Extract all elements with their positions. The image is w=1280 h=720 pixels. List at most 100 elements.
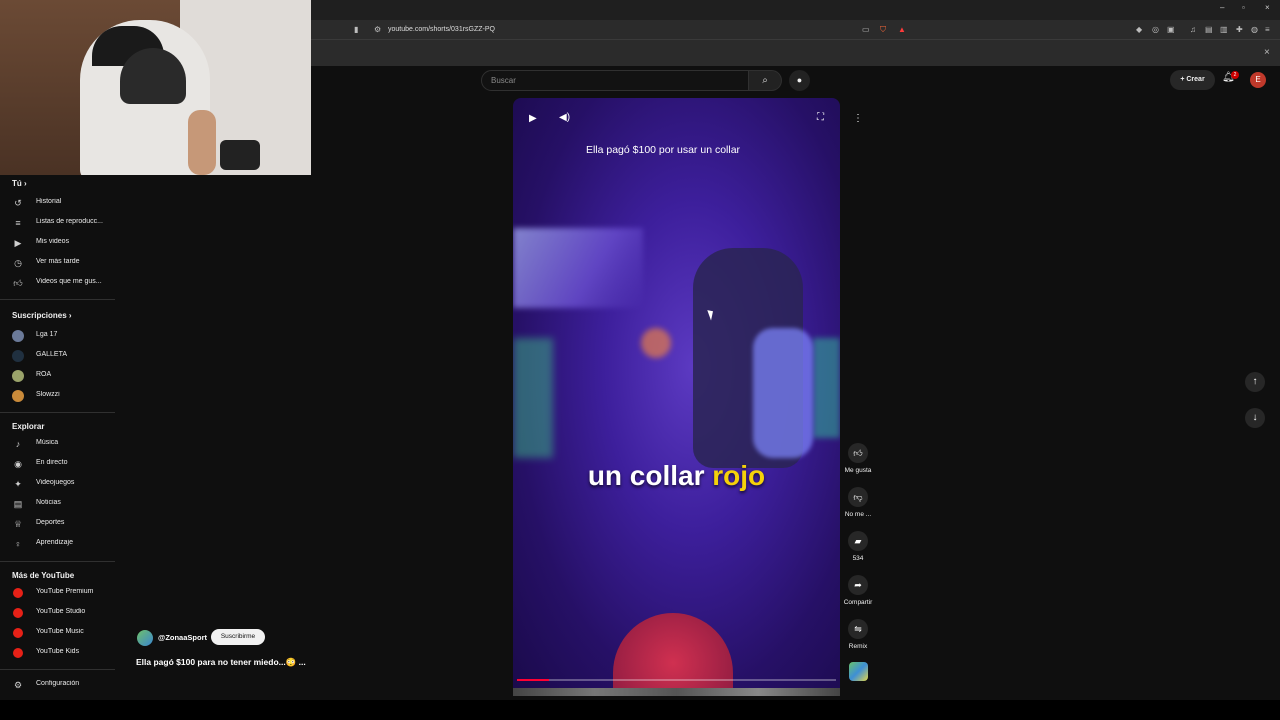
thumbs-down-icon: 👎︎ <box>848 487 868 507</box>
sidebar-item-yt-kids[interactable]: YouTube Kids <box>0 644 115 662</box>
previous-short-button[interactable]: ↑ <box>1245 372 1265 392</box>
create-label: Crear <box>1186 76 1205 83</box>
brave-shield-icon[interactable]: ⛉ <box>880 23 886 37</box>
sidebar-toggle-icon[interactable]: ▤ <box>1205 23 1213 37</box>
youtube-studio-icon <box>13 608 23 618</box>
volume-icon[interactable]: ◀) <box>559 112 570 123</box>
divider <box>0 561 115 562</box>
caption-white: un collar <box>587 460 713 491</box>
sidebar-item-liked-videos[interactable]: 👍︎ Videos que me gus... <box>0 274 115 292</box>
video-frame-arm <box>753 328 813 458</box>
section-more-youtube: Más de YouTube <box>12 571 75 580</box>
sidebar-item-history[interactable]: ↺ Historial <box>0 194 115 212</box>
comment-icon: ▰ <box>848 531 868 551</box>
section-subscriptions[interactable]: Suscripciones › <box>12 311 72 320</box>
sidebar-item-watch-later[interactable]: ◷ Ver más tarde <box>0 254 115 272</box>
liked-videos-icon: 👍︎ <box>13 278 23 288</box>
share-button[interactable]: ➦ Compartir <box>842 575 874 606</box>
webcam-overlay <box>0 0 311 175</box>
create-button[interactable]: + Crear <box>1170 70 1215 90</box>
extension-icon-3[interactable]: ▣ <box>1167 23 1175 37</box>
minimize-window-button[interactable]: – <box>1220 3 1224 12</box>
search-button[interactable]: ⌕ <box>749 70 782 91</box>
sidebar-item-playlists[interactable]: ≡ Listas de reproducc... <box>0 214 115 232</box>
close-window-button[interactable]: × <box>1265 3 1270 12</box>
extension-icon-2[interactable]: ◎ <box>1152 23 1159 37</box>
tab-search-icon[interactable]: ▭ <box>862 23 870 37</box>
news-icon: ▤ <box>13 499 23 509</box>
bottom-bar <box>0 700 1280 720</box>
share-icon: ➦ <box>848 575 868 595</box>
sound-thumbnail[interactable] <box>849 662 868 681</box>
sidebar-item-music[interactable]: ♪ Música <box>0 435 115 453</box>
sidebar-item-yt-studio[interactable]: YouTube Studio <box>0 604 115 622</box>
more-options-icon[interactable]: ⋮ <box>851 112 865 126</box>
watch-later-icon: ◷ <box>14 258 22 268</box>
fullscreen-icon[interactable]: ⛶ <box>817 112 824 123</box>
rewards-icon[interactable]: ▲ <box>898 23 906 37</box>
account-avatar[interactable]: E <box>1250 72 1266 88</box>
short-description[interactable]: Ella pagó $100 para no tener miedo...😳 .… <box>136 657 306 668</box>
sidebar-item-learning[interactable]: ♀ Aprendizaje <box>0 535 115 553</box>
music-icon: ♪ <box>15 439 21 449</box>
caption-highlight: rojo <box>712 460 766 491</box>
sidebar-item-yt-premium[interactable]: YouTube Premium <box>0 584 115 602</box>
like-button[interactable]: 👍︎ Me gusta <box>842 443 874 474</box>
sidebar-item-settings[interactable]: ⚙ Configuración <box>0 676 115 694</box>
menu-icon[interactable]: ≡ <box>1265 23 1270 37</box>
channel-avatar <box>12 390 24 402</box>
burned-caption: un collar rojo <box>513 460 840 492</box>
video-frame-green-left <box>513 338 553 458</box>
sidebar-item-sports[interactable]: ♕ Deportes <box>0 515 115 533</box>
comments-button[interactable]: ▰ 534 <box>842 531 874 562</box>
live-icon: ◉ <box>14 459 22 469</box>
arrow-down-icon: ↓ <box>1252 412 1258 423</box>
sidebar-item-my-videos[interactable]: ▶ Mis videos <box>0 234 115 252</box>
sidebar-sub-roa[interactable]: ROA <box>0 367 115 385</box>
sidebar-item-news[interactable]: ▤ Noticias <box>0 495 115 513</box>
vpn-icon[interactable]: ◍ <box>1251 23 1258 37</box>
extension-icon[interactable]: ◆ <box>1136 23 1142 37</box>
youtube-kids-icon <box>13 648 23 658</box>
section-you[interactable]: Tú › <box>12 179 27 188</box>
address-bar[interactable]: youtube.com/shorts/031rsGZZ-PQ <box>388 23 495 37</box>
channel-avatar[interactable] <box>137 630 153 646</box>
sidebar-item-live[interactable]: ◉ En directo <box>0 455 115 473</box>
sidebar-sub-slowzzi[interactable]: Slowzzi <box>0 387 115 405</box>
history-icon: ↺ <box>14 198 22 208</box>
sidebar-item-gaming[interactable]: ✦ Videojuegos <box>0 475 115 493</box>
subscribe-button[interactable]: Suscribirme <box>211 629 265 645</box>
streamer-arm <box>188 110 216 175</box>
sidebar-sub-lga17[interactable]: Lga 17 <box>0 327 115 345</box>
screen: – ▫ × ▮ ⚙ youtube.com/shorts/031rsGZZ-PQ… <box>0 0 1280 720</box>
progress-bar[interactable] <box>517 679 836 681</box>
gaming-icon: ✦ <box>14 479 22 489</box>
microphone <box>220 140 260 170</box>
media-icon[interactable]: ♫ <box>1190 23 1196 37</box>
my-videos-icon: ▶ <box>14 238 22 248</box>
voice-search-button[interactable]: ● <box>789 70 810 91</box>
site-info-icon[interactable]: ⚙ <box>374 23 381 37</box>
puzzle-icon[interactable]: ✚ <box>1236 23 1243 37</box>
wallet-icon[interactable]: ▥ <box>1220 23 1228 37</box>
divider <box>0 669 115 670</box>
maximize-window-button[interactable]: ▫ <box>1242 3 1245 12</box>
shorts-player[interactable]: ▶ ◀) ⛶ Ella pagó $100 por usar un collar… <box>513 98 840 696</box>
channel-avatar <box>12 330 24 342</box>
thumbs-up-icon: 👍︎ <box>848 443 868 463</box>
channel-avatar <box>12 350 24 362</box>
search-input[interactable]: Buscar <box>481 70 749 91</box>
divider <box>0 299 115 300</box>
channel-name[interactable]: @ZonaaSport <box>158 633 207 642</box>
next-short-button[interactable]: ↓ <box>1245 408 1265 428</box>
divider <box>0 412 115 413</box>
next-short-preview <box>513 688 840 696</box>
video-frame-orange-light <box>641 328 671 358</box>
bookmark-icon[interactable]: ▮ <box>354 23 358 37</box>
sidebar-sub-galleta[interactable]: GALLETA <box>0 347 115 365</box>
dislike-button[interactable]: 👎︎ No me ... <box>842 487 874 518</box>
play-icon[interactable]: ▶ <box>529 113 537 124</box>
close-infobar-icon[interactable]: × <box>1264 46 1270 60</box>
sidebar-item-yt-music[interactable]: YouTube Music <box>0 624 115 642</box>
remix-button[interactable]: ⇋ Remix <box>842 619 874 650</box>
